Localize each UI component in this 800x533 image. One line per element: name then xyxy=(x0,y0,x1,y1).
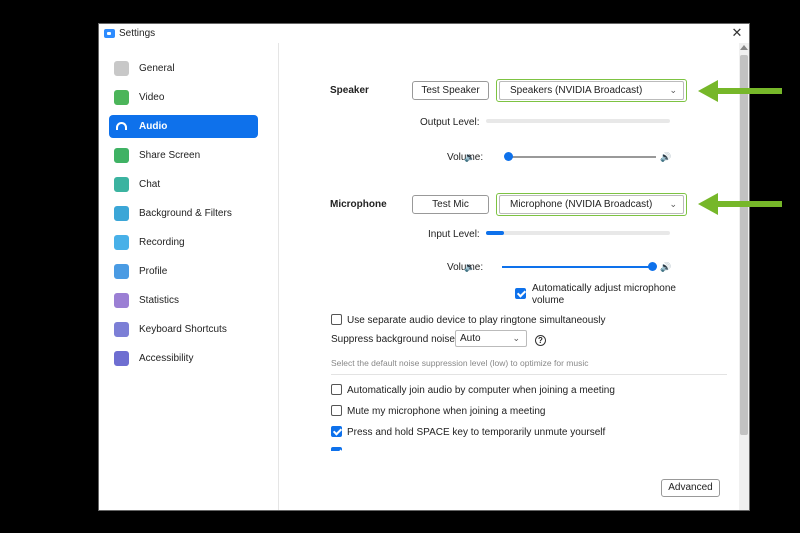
sidebar-item-label: Background & Filters xyxy=(139,208,232,219)
speaker-volume-knob[interactable] xyxy=(504,152,513,161)
keyboard-icon xyxy=(114,322,129,337)
recording-icon xyxy=(114,235,129,250)
suppress-noise-hint: Select the default noise suppression lev… xyxy=(331,358,589,368)
separate-audio-device-checkbox[interactable] xyxy=(331,314,342,325)
input-level-meter xyxy=(486,231,670,235)
space-unmute-checkbox[interactable] xyxy=(331,426,342,437)
section-divider xyxy=(331,374,727,375)
sidebar-item-label: General xyxy=(139,63,175,74)
sidebar-item-audio[interactable]: Audio xyxy=(109,115,258,138)
sidebar-item-chat[interactable]: Chat xyxy=(109,173,258,196)
volume-high-icon: 🔊 xyxy=(660,262,672,272)
window-title: Settings xyxy=(119,28,156,39)
sidebar-item-label: Recording xyxy=(139,237,185,248)
scroll-up-arrow-icon[interactable] xyxy=(740,45,748,50)
output-level-meter xyxy=(486,119,670,123)
arrow-shaft xyxy=(716,201,782,207)
sidebar-item-label: Chat xyxy=(139,179,161,190)
arrow-head xyxy=(698,193,718,215)
arrow-head xyxy=(698,80,718,102)
space-unmute-label: Press and hold SPACE key to temporarily … xyxy=(347,427,606,438)
annotation-arrow-microphone xyxy=(698,193,784,215)
test-speaker-button[interactable]: Test Speaker xyxy=(412,81,489,100)
statistics-icon xyxy=(114,293,129,308)
vertical-scrollbar[interactable] xyxy=(739,43,749,510)
mic-volume-track[interactable] xyxy=(502,266,652,268)
zoom-app-icon xyxy=(104,29,115,38)
auto-adjust-label-cont: volume xyxy=(532,295,565,306)
headphones-icon xyxy=(116,122,127,130)
chat-icon xyxy=(114,177,129,192)
partially-visible-checkbox[interactable] xyxy=(331,447,342,451)
sidebar-item-statistics[interactable]: Statistics xyxy=(109,289,258,312)
video-icon xyxy=(114,90,129,105)
help-icon[interactable]: ? xyxy=(535,335,546,346)
advanced-button[interactable]: Advanced xyxy=(661,479,720,497)
input-level-fill xyxy=(486,231,505,235)
share-screen-icon xyxy=(114,148,129,163)
accessibility-icon xyxy=(114,351,129,366)
mic-volume-knob[interactable] xyxy=(648,262,657,271)
sidebar-item-label: Video xyxy=(139,92,165,103)
arrow-shaft xyxy=(716,88,782,94)
sidebar-item-label: Audio xyxy=(139,121,168,132)
sidebar-item-video[interactable]: Video xyxy=(109,86,258,109)
close-button[interactable]: ✕ xyxy=(729,25,745,41)
sidebar-item-label: Profile xyxy=(139,266,168,277)
microphone-heading: Microphone xyxy=(330,199,387,210)
title-bar: Settings ✕ xyxy=(99,24,749,43)
volume-low-icon: 🔈 xyxy=(464,262,476,272)
speaker-volume-track[interactable] xyxy=(508,156,656,158)
speaker-heading: Speaker xyxy=(330,85,369,96)
sidebar-item-label: Accessibility xyxy=(139,353,194,364)
auto-adjust-volume-checkbox[interactable] xyxy=(515,288,526,299)
sidebar-item-recording[interactable]: Recording xyxy=(109,231,258,254)
scrollbar-thumb[interactable] xyxy=(740,55,748,435)
input-level-label: Input Level: xyxy=(428,229,480,240)
suppress-noise-select[interactable]: Auto ⌄ xyxy=(455,330,527,347)
microphone-device-select[interactable]: Microphone (NVIDIA Broadcast) ⌄ xyxy=(499,195,684,214)
test-mic-button[interactable]: Test Mic xyxy=(412,195,489,214)
suppress-noise-value: Auto xyxy=(460,333,481,344)
volume-high-icon: 🔊 xyxy=(660,152,672,162)
gear-icon xyxy=(114,61,129,76)
annotation-arrow-speaker xyxy=(698,80,784,102)
settings-sidebar: General Video Audio Share Screen Chat Backgro… xyxy=(99,43,279,510)
sidebar-item-general[interactable]: General xyxy=(109,57,258,80)
sidebar-item-accessibility[interactable]: Accessibility xyxy=(109,347,258,370)
chevron-down-icon: ⌄ xyxy=(669,199,677,209)
output-level-label: Output Level: xyxy=(420,117,480,128)
separate-audio-device-label: Use separate audio device to play ringto… xyxy=(347,315,606,326)
microphone-device-value: Microphone (NVIDIA Broadcast) xyxy=(510,199,653,210)
mic-volume-fill xyxy=(502,266,652,268)
auto-join-audio-checkbox[interactable] xyxy=(331,384,342,395)
profile-icon xyxy=(114,264,129,279)
sidebar-item-label: Statistics xyxy=(139,295,180,306)
background-icon xyxy=(114,206,129,221)
sidebar-item-label: Share Screen xyxy=(139,150,201,161)
auto-join-audio-label: Automatically join audio by computer whe… xyxy=(347,385,615,396)
speaker-device-value: Speakers (NVIDIA Broadcast) xyxy=(510,85,643,96)
speaker-device-select[interactable]: Speakers (NVIDIA Broadcast) ⌄ xyxy=(499,81,684,100)
volume-low-icon: 🔈 xyxy=(464,152,476,162)
chevron-down-icon: ⌄ xyxy=(512,333,520,343)
sidebar-item-keyboard-shortcuts[interactable]: Keyboard Shortcuts xyxy=(109,318,258,341)
sidebar-item-profile[interactable]: Profile xyxy=(109,260,258,283)
mute-on-join-checkbox[interactable] xyxy=(331,405,342,416)
auto-adjust-label: Automatically adjust microphone xyxy=(532,283,676,294)
sidebar-item-label: Keyboard Shortcuts xyxy=(139,324,227,335)
suppress-noise-label: Suppress background noise xyxy=(331,334,455,345)
sidebar-item-share-screen[interactable]: Share Screen xyxy=(109,144,258,167)
settings-window: Settings ✕ General Video Audio Share Screen… xyxy=(98,23,750,511)
chevron-down-icon: ⌄ xyxy=(669,85,677,95)
sidebar-item-background-filters[interactable]: Background & Filters xyxy=(109,202,258,225)
mute-on-join-label: Mute my microphone when joining a meetin… xyxy=(347,406,546,417)
